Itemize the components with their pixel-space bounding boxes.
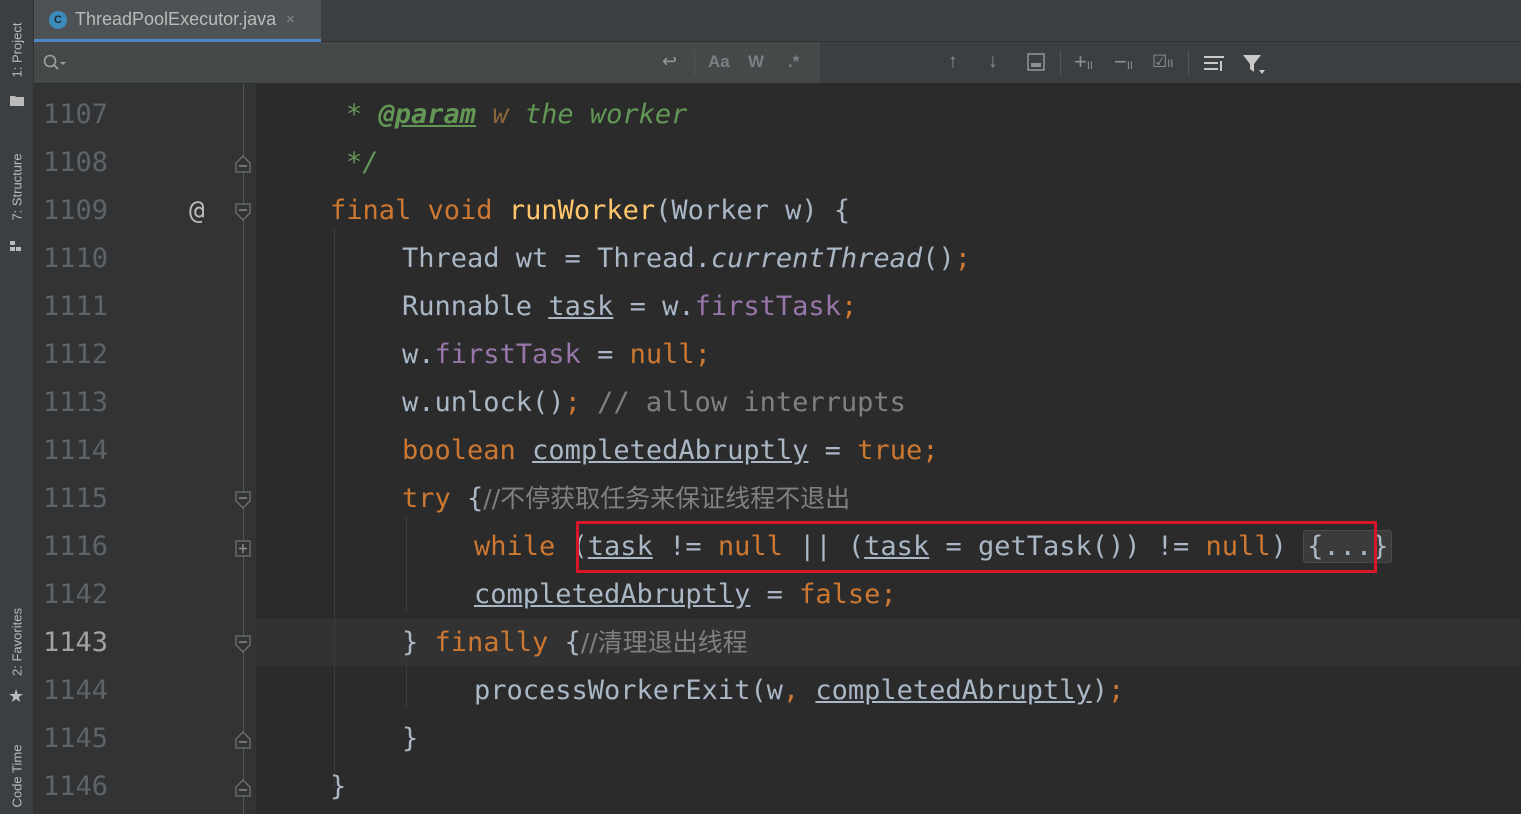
line-number: 1113 <box>43 387 109 418</box>
select-all-occurrences-icon[interactable] <box>1027 53 1045 71</box>
code-line-1112[interactable]: w.firstTask = null; <box>256 331 1521 379</box>
folder-icon <box>10 96 24 106</box>
filter-options-icon[interactable] <box>1204 55 1226 73</box>
code-editor[interactable]: 1107 1108 1109 1110 1111 1112 1113 1114 … <box>34 84 1521 814</box>
separator <box>694 50 695 76</box>
code-line-1109[interactable]: final void runWorker(Worker w) { <box>256 187 1521 235</box>
line-number: 1111 <box>43 291 109 322</box>
code-line-1108[interactable]: */ <box>256 139 1521 187</box>
code-line-1114[interactable]: boolean completedAbruptly = true; <box>256 427 1521 475</box>
previous-occurrence-icon[interactable]: ↑ <box>948 50 958 74</box>
select-all-icon[interactable]: ☑II <box>1152 50 1173 76</box>
find-bar: ↩ Aa W .* ↑ ↓ +II −II ☑II <box>34 42 1521 84</box>
add-occurrence-icon[interactable]: +II <box>1074 50 1093 78</box>
close-tab-icon[interactable]: × <box>286 11 295 28</box>
regex-toggle[interactable]: .* <box>788 52 799 72</box>
line-number: 1115 <box>43 483 109 514</box>
line-number: 1144 <box>43 675 109 706</box>
line-number-current: 1143 <box>43 627 109 658</box>
favorites-tool-tab[interactable]: 2: Favorites ★ <box>0 590 34 715</box>
separator <box>1188 50 1189 76</box>
structure-tool-tab[interactable]: 7: Structure <box>0 135 34 260</box>
newline-icon[interactable]: ↩ <box>662 51 677 72</box>
code-line-1110[interactable]: Thread wt = Thread.currentThread(); <box>256 235 1521 283</box>
code-time-tool-tab[interactable]: Code Time <box>0 730 34 814</box>
line-number: 1112 <box>43 339 109 370</box>
code-line-1107[interactable]: * @param w the worker <box>256 91 1521 139</box>
code-line-1142[interactable]: completedAbruptly = false; <box>256 571 1521 619</box>
editor-tab-threadpoolexecutor[interactable]: C ThreadPoolExecutor.java × <box>34 0 321 42</box>
favorites-tab-label: 2: Favorites <box>9 608 25 676</box>
whole-words-toggle[interactable]: W <box>748 52 764 72</box>
remove-occurrence-icon[interactable]: −II <box>1114 50 1133 78</box>
line-number: 1114 <box>43 435 109 466</box>
fold-start-icon[interactable] <box>235 491 251 509</box>
fold-end-icon[interactable] <box>235 731 251 749</box>
code-line-1111[interactable]: Runnable task = w.firstTask; <box>256 283 1521 331</box>
match-case-toggle[interactable]: Aa <box>708 52 730 72</box>
overrides-marker-icon[interactable]: @ <box>189 187 205 235</box>
line-number: 1110 <box>43 243 109 274</box>
fold-end-icon[interactable] <box>235 155 251 173</box>
code-line-1144[interactable]: processWorkerExit(w, completedAbruptly); <box>256 667 1521 715</box>
line-number: 1146 <box>43 771 109 802</box>
line-number: 1107 <box>43 99 109 130</box>
java-class-icon: C <box>49 10 67 29</box>
project-tool-tab[interactable]: 1: Project <box>0 0 34 115</box>
search-input[interactable]: ↩ Aa W .* <box>34 42 820 83</box>
tab-filename: ThreadPoolExecutor.java <box>75 9 277 29</box>
line-number: 1116 <box>43 531 109 562</box>
project-tab-label: 1: Project <box>9 22 25 78</box>
code-line-1145[interactable]: } <box>256 715 1521 763</box>
fold-start-icon[interactable] <box>235 635 251 653</box>
tool-window-strip: 1: Project 7: Structure 2: Favorites ★ C… <box>0 0 34 814</box>
fold-start-icon[interactable] <box>235 203 251 221</box>
fold-guide-line <box>243 84 244 814</box>
fold-expand-icon[interactable] <box>235 540 251 558</box>
code-line-1115[interactable]: try {//不停获取任务来保证线程不退出 <box>256 475 1521 523</box>
line-number: 1109 <box>43 195 109 226</box>
highlight-annotation-box <box>576 521 1377 573</box>
line-number: 1145 <box>43 723 109 754</box>
filter-icon[interactable] <box>1242 54 1268 76</box>
fold-end-icon[interactable] <box>235 779 251 797</box>
structure-icon <box>10 241 21 251</box>
code-line-1113[interactable]: w.unlock(); // allow interrupts <box>256 379 1521 427</box>
editor-tab-bar: C ThreadPoolExecutor.java × <box>34 0 1521 42</box>
line-number: 1142 <box>43 579 109 610</box>
separator <box>1060 50 1061 76</box>
code-line-1146[interactable]: } <box>256 763 1521 811</box>
star-icon: ★ <box>8 686 25 706</box>
code-time-tab-label: Code Time <box>9 744 25 808</box>
next-occurrence-icon[interactable]: ↓ <box>988 50 998 74</box>
search-icon[interactable] <box>43 54 67 72</box>
line-number: 1108 <box>43 147 109 178</box>
structure-tab-label: 7: Structure <box>9 153 25 221</box>
code-line-1143[interactable]: } finally {//清理退出线程 <box>256 619 1521 667</box>
